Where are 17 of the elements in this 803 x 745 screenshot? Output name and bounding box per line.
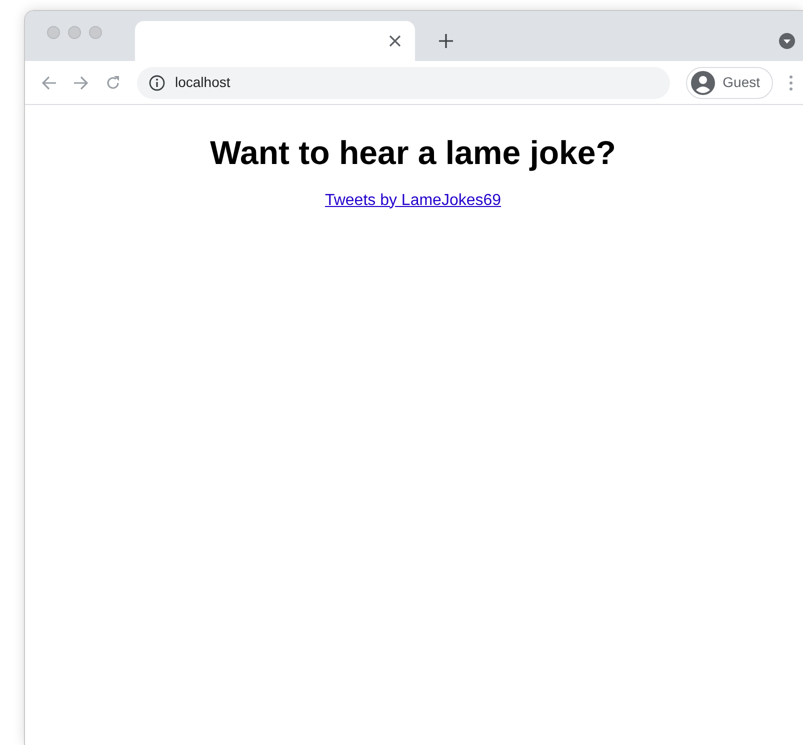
profile-button[interactable]: Guest [686,66,773,98]
maximize-window-button[interactable] [89,26,102,39]
forward-icon[interactable] [73,74,89,90]
url-text: localhost [175,73,230,92]
person-icon [690,70,715,94]
tweets-link[interactable]: Tweets by LameJokes69 [324,188,502,213]
address-bar[interactable]: localhost [137,66,670,98]
dropdown-icon[interactable] [779,33,795,49]
reload-icon[interactable] [105,74,121,90]
close-icon[interactable] [389,35,401,47]
back-icon[interactable] [41,74,57,90]
menu-icon[interactable] [789,74,793,90]
new-tab-icon[interactable] [439,34,453,48]
minimize-window-button[interactable] [68,26,81,39]
info-icon[interactable] [149,74,165,90]
page-heading: Want to hear a lame joke? [210,133,616,173]
close-window-button[interactable] [47,26,60,39]
